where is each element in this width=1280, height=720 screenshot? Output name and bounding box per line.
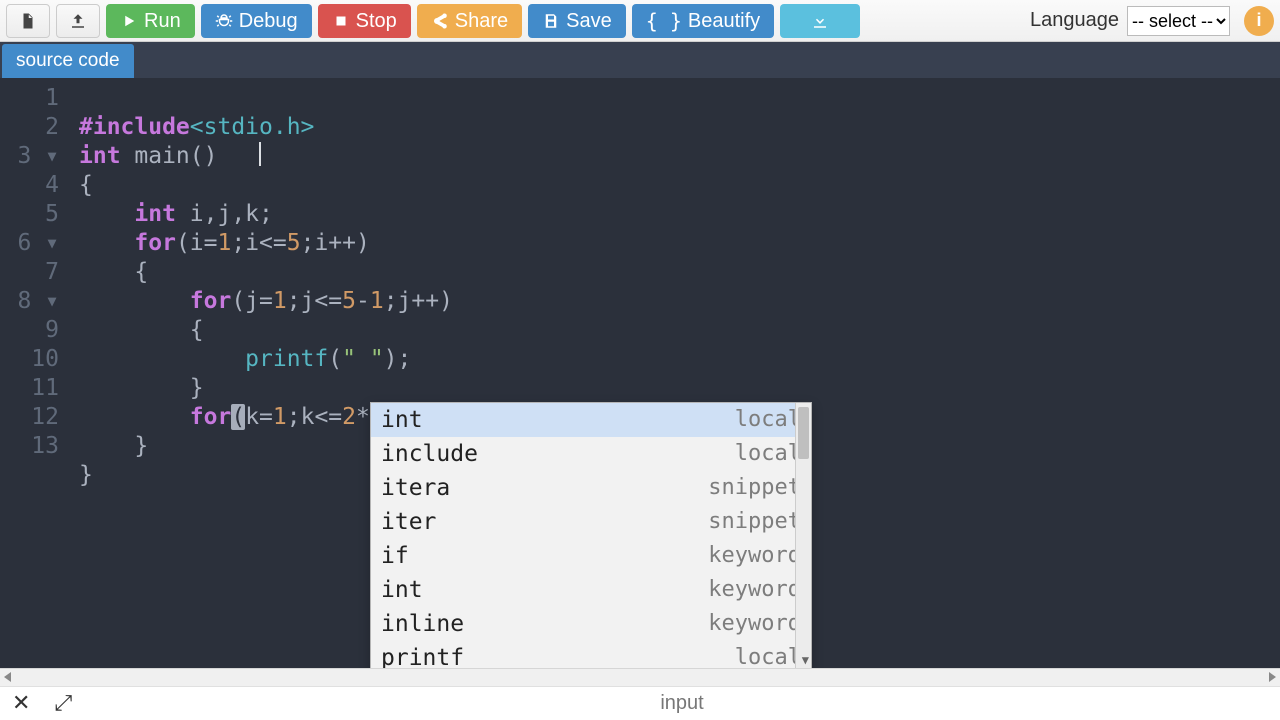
autocomplete-item-type: keyword bbox=[708, 611, 801, 637]
upload-icon bbox=[69, 12, 87, 30]
stop-button[interactable]: Stop bbox=[318, 4, 411, 38]
autocomplete-item-label: printf bbox=[381, 645, 464, 670]
debug-label: Debug bbox=[239, 10, 298, 33]
stop-icon bbox=[332, 12, 350, 30]
input-panel-header: ✕ ⤢ input bbox=[0, 686, 1280, 719]
autocomplete-item-type: snippet bbox=[708, 509, 801, 535]
autocomplete-item-label: itera bbox=[381, 475, 450, 501]
bug-icon bbox=[215, 12, 233, 30]
autocomplete-item[interactable]: int keyword bbox=[371, 573, 811, 607]
play-icon bbox=[120, 12, 138, 30]
save-button[interactable]: Save bbox=[528, 4, 626, 38]
autocomplete-item[interactable]: if keyword bbox=[371, 539, 811, 573]
autocomplete-item-type: keyword bbox=[708, 577, 801, 603]
scroll-down-icon[interactable]: ▼ bbox=[802, 653, 809, 667]
braces-icon: { } bbox=[646, 9, 682, 33]
fold-icon[interactable]: ▾ bbox=[31, 288, 59, 314]
save-label: Save bbox=[566, 10, 612, 33]
tab-source-code[interactable]: source code bbox=[2, 44, 134, 78]
text-cursor bbox=[259, 142, 261, 166]
beautify-label: Beautify bbox=[688, 10, 760, 33]
file-icon bbox=[19, 12, 37, 30]
autocomplete-item[interactable]: int local bbox=[371, 403, 811, 437]
save-icon bbox=[542, 12, 560, 30]
stop-label: Stop bbox=[356, 10, 397, 33]
run-button[interactable]: Run bbox=[106, 4, 195, 38]
language-label: Language bbox=[1030, 9, 1119, 32]
autocomplete-item[interactable]: inline keyword bbox=[371, 607, 811, 641]
autocomplete-item-type: keyword bbox=[708, 543, 801, 569]
beautify-button[interactable]: { } Beautify bbox=[632, 4, 774, 38]
tab-bar: source code bbox=[0, 42, 1280, 78]
autocomplete-item-type: snippet bbox=[708, 475, 801, 501]
new-file-button[interactable] bbox=[6, 4, 50, 38]
info-button[interactable]: i bbox=[1244, 6, 1274, 36]
language-select[interactable]: -- select -- bbox=[1127, 6, 1230, 36]
autocomplete-item-type: local bbox=[735, 645, 801, 670]
gutter: 1 2 3 ▾ 4 5 6 ▾ 7 8 ▾ 9 10 11 12 13 bbox=[0, 78, 75, 668]
debug-button[interactable]: Debug bbox=[201, 4, 312, 38]
autocomplete-item-label: if bbox=[381, 543, 409, 569]
scroll-thumb[interactable] bbox=[798, 407, 809, 459]
autocomplete-popup[interactable]: int local include local itera snippet iter snip… bbox=[370, 402, 812, 670]
autocomplete-item-label: int bbox=[381, 577, 423, 603]
fold-icon[interactable]: ▾ bbox=[31, 230, 59, 256]
autocomplete-item-label: include bbox=[381, 441, 478, 467]
share-button[interactable]: Share bbox=[417, 4, 522, 38]
autocomplete-item-label: iter bbox=[381, 509, 436, 535]
autocomplete-scrollbar[interactable]: ▲ ▼ bbox=[795, 403, 811, 669]
share-label: Share bbox=[455, 10, 508, 33]
share-icon bbox=[431, 12, 449, 30]
info-icon: i bbox=[1256, 10, 1261, 31]
close-panel-button[interactable]: ✕ bbox=[0, 690, 42, 716]
download-icon bbox=[811, 12, 829, 30]
toolbar-spacer bbox=[866, 4, 1024, 37]
autocomplete-item[interactable]: include local bbox=[371, 437, 811, 471]
autocomplete-item-type: local bbox=[735, 407, 801, 433]
autocomplete-item[interactable]: iter snippet bbox=[371, 505, 811, 539]
tab-label: source code bbox=[16, 50, 120, 71]
autocomplete-item-type: local bbox=[735, 441, 801, 467]
upload-button[interactable] bbox=[56, 4, 100, 38]
autocomplete-item[interactable]: printf local bbox=[371, 641, 811, 670]
autocomplete-item-label: inline bbox=[381, 611, 464, 637]
autocomplete-item-label: int bbox=[381, 407, 423, 433]
code-editor[interactable]: 1 2 3 ▾ 4 5 6 ▾ 7 8 ▾ 9 10 11 12 13 #inc… bbox=[0, 78, 1280, 668]
expand-panel-button[interactable]: ⤢ bbox=[42, 690, 84, 716]
input-panel-title: input bbox=[84, 692, 1280, 715]
horizontal-scrollbar[interactable] bbox=[0, 668, 1280, 686]
toolbar: Run Debug Stop Share Save { } Beautify L… bbox=[0, 0, 1280, 42]
download-button[interactable] bbox=[780, 4, 860, 38]
run-label: Run bbox=[144, 10, 181, 33]
autocomplete-item[interactable]: itera snippet bbox=[371, 471, 811, 505]
fold-icon[interactable]: ▾ bbox=[31, 143, 59, 169]
